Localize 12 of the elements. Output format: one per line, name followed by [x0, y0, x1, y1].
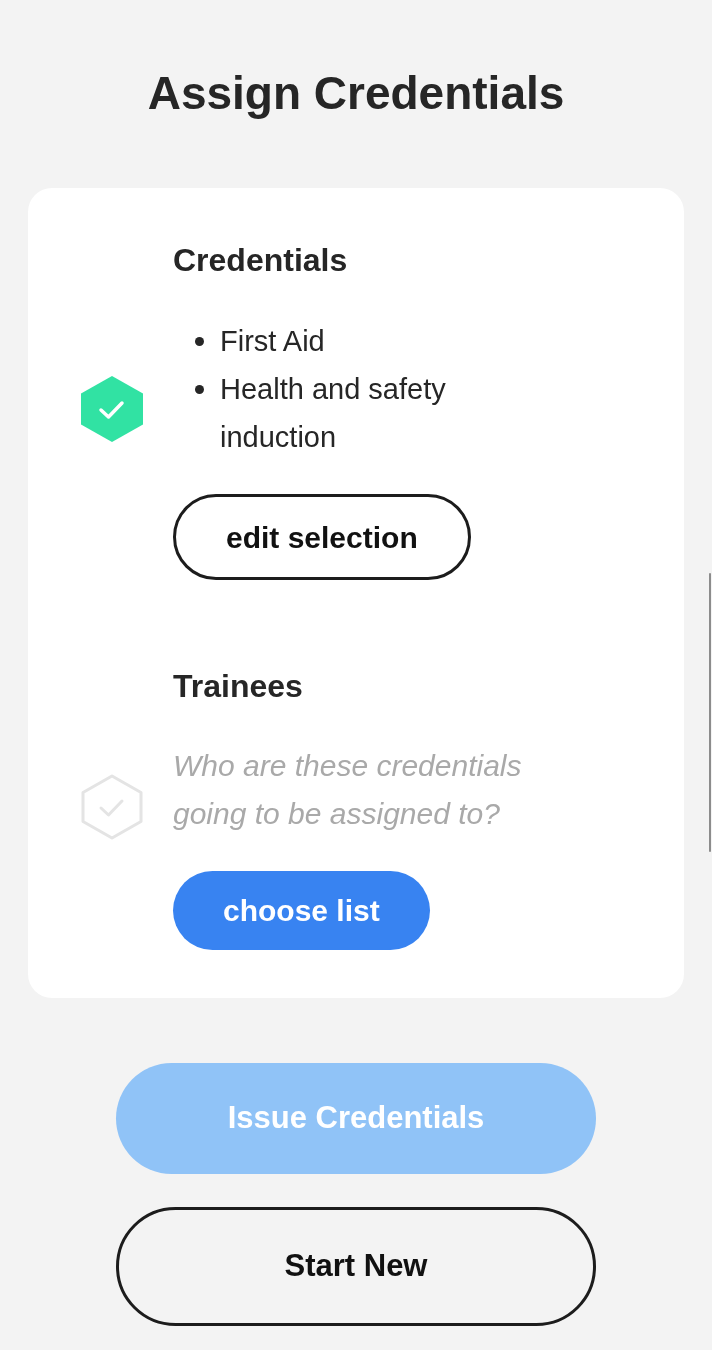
bullet-icon [195, 385, 204, 394]
credential-item: Health and safety induction [220, 372, 447, 455]
page-title: Assign Credentials [147, 66, 565, 121]
section-heading: Trainees [173, 667, 303, 706]
empty-state-text: Who are these credentials going to be assigned to? [173, 748, 523, 832]
edit-button[interactable]: edit selection [173, 494, 471, 580]
bullet-icon [195, 337, 204, 346]
choose-list-button[interactable]: choose list [173, 871, 430, 950]
start-new-button[interactable]: Start New [116, 1207, 596, 1326]
scrollbar-thumb[interactable] [709, 573, 711, 852]
section-heading: Credentials [173, 241, 348, 280]
credential-item: First Aid [220, 324, 326, 359]
